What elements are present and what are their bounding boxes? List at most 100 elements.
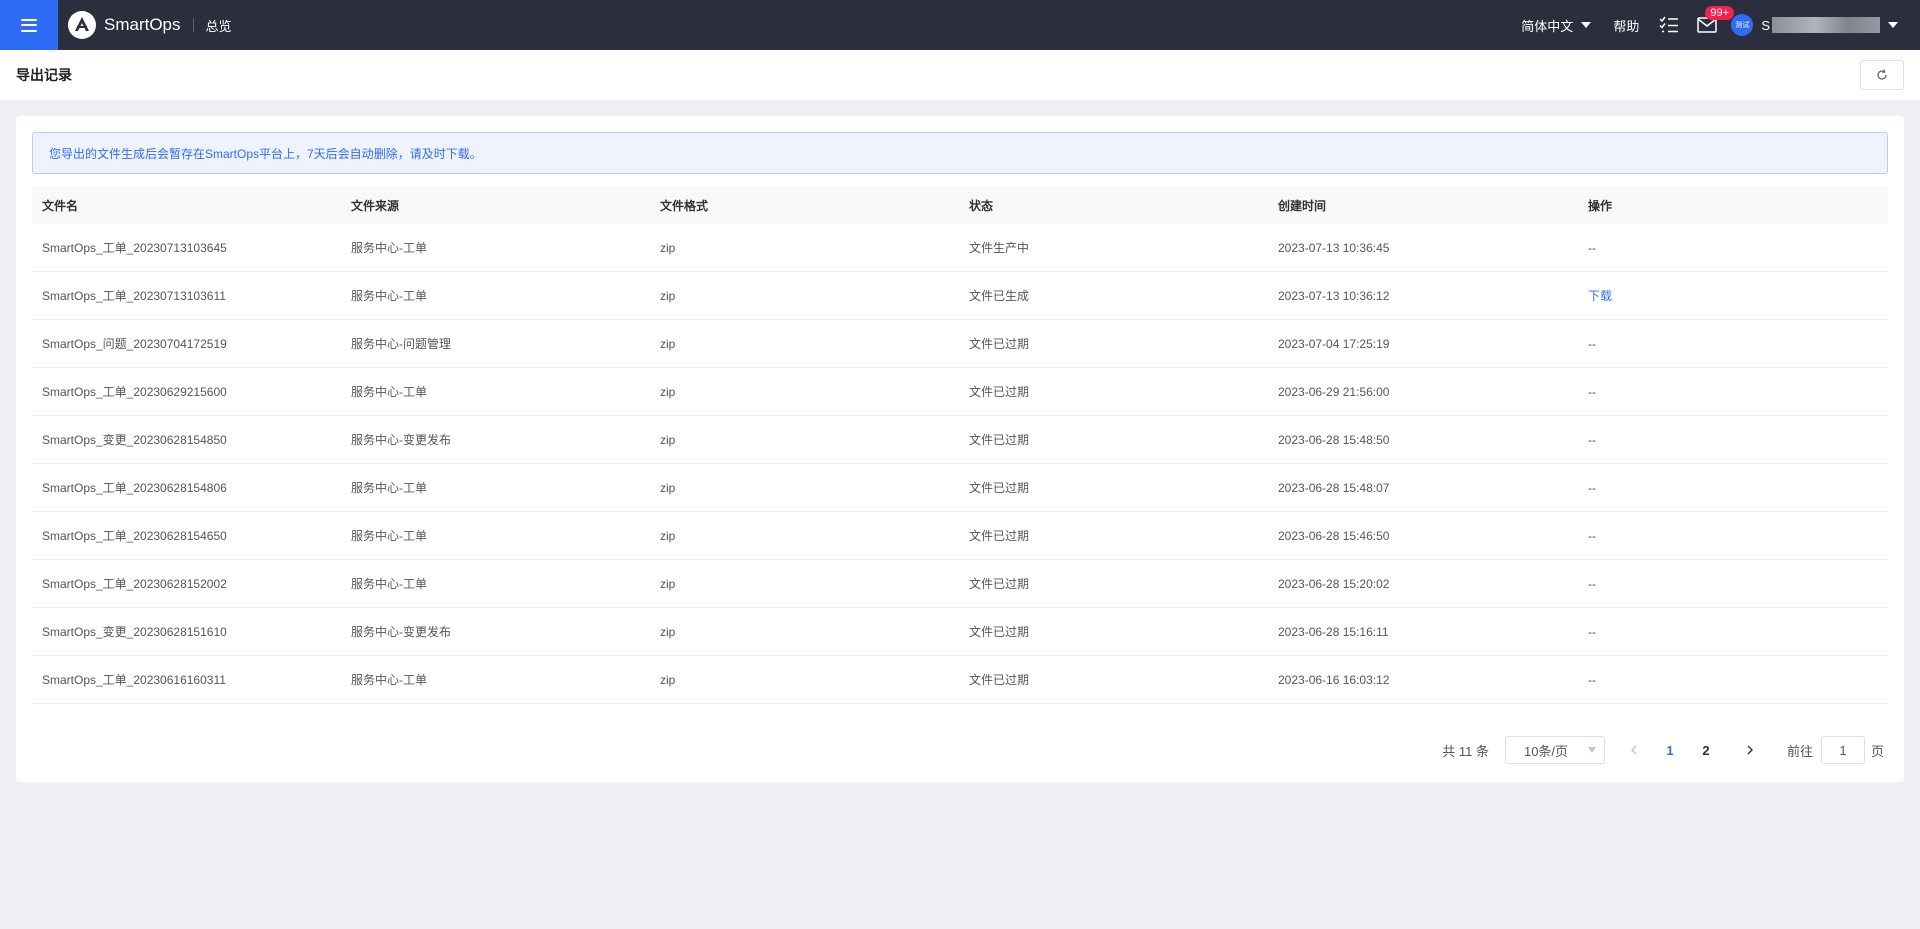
table-row: SmartOps_工单_20230616160311 服务中心-工单 zip 文件已过… [32,656,1888,704]
cell-file-source: 服务中心-工单 [351,529,427,543]
cell-file-format: zip [660,336,676,351]
language-selector[interactable]: 简体中文 [1521,16,1592,35]
page-size-value: 10条/页 [1523,743,1569,759]
table-row: SmartOps_工单_20230628154806 服务中心-工单 zip 文件已过… [32,464,1888,512]
cell-file-format: zip [660,576,676,591]
cell-status: 文件已过期 [969,577,1030,591]
cell-file-format: zip [660,480,676,495]
cell-file-format: zip [660,240,676,255]
cell-created-time: 2023-07-04 17:25:19 [1278,336,1390,351]
page-number-1[interactable]: 1 [1655,736,1685,764]
table-row: SmartOps_工单_20230713103645 服务中心-工单 zip 文件生产… [32,224,1888,272]
cell-status: 文件已过期 [969,337,1030,351]
header-file-format: 文件格式 [660,198,709,213]
cell-file-source: 服务中心-工单 [351,481,427,495]
caret-down-icon [1581,22,1592,28]
cell-operation: -- [1588,336,1596,351]
cell-file-format: zip [660,624,676,639]
cell-operation: -- [1588,240,1596,255]
notice-banner: 您导出的文件生成后会暂存在SmartOps平台上，7天后会自动删除，请及时下载。 [32,132,1888,174]
export-records-card: 您导出的文件生成后会暂存在SmartOps平台上，7天后会自动删除，请及时下载。… [16,116,1904,782]
cell-operation: -- [1588,528,1596,543]
cell-file-name: SmartOps_工单_20230713103645 [42,241,227,255]
cell-status: 文件已过期 [969,385,1030,399]
cell-operation: -- [1588,624,1596,639]
cell-file-source: 服务中心-工单 [351,289,427,303]
page-title: 导出记录 [16,67,72,83]
goto-page-input[interactable] [1820,736,1865,764]
table-header: 文件名 文件来源 文件格式 状态 创建时间 操作 [32,186,1888,224]
chevron-right-icon [1747,745,1753,755]
cell-file-name: SmartOps_变更_20230628151610 [42,625,227,639]
avatar[interactable]: 测试 [1731,14,1754,36]
table-row: SmartOps_工单_20230713103611 服务中心-工单 zip 文件已生… [32,272,1888,320]
cell-operation: -- [1588,432,1596,447]
help-link[interactable]: 帮助 [1613,16,1639,35]
cell-created-time: 2023-06-28 15:48:07 [1278,480,1390,495]
cell-status: 文件已过期 [969,481,1030,495]
table-row: SmartOps_变更_20230628154850 服务中心-变更发布 zip 文件… [32,416,1888,464]
cell-created-time: 2023-06-28 15:16:11 [1278,624,1389,639]
cell-operation: -- [1588,480,1596,495]
cell-file-source: 服务中心-工单 [351,577,427,591]
mail-badge: 99+ [1705,6,1734,20]
cell-file-source: 服务中心-工单 [351,241,427,255]
next-page-button[interactable] [1735,736,1765,764]
cell-file-format: zip [660,288,676,303]
user-menu[interactable]: S [1761,17,1898,33]
language-label: 简体中文 [1521,18,1574,34]
cell-created-time: 2023-06-28 15:48:50 [1278,432,1390,447]
cell-file-name: SmartOps_工单_20230628152002 [42,577,227,591]
nav-overview-link[interactable]: 总览 [206,16,232,35]
cell-status: 文件已过期 [969,529,1030,543]
table-body: SmartOps_工单_20230713103645 服务中心-工单 zip 文件生产… [32,224,1888,704]
mail-button[interactable]: 99+ [1697,6,1734,33]
menu-button[interactable] [0,0,58,50]
chevron-left-icon [1630,745,1637,755]
menu-icon [21,18,37,32]
user-name-redaction [1772,17,1880,33]
cell-file-name: SmartOps_工单_20230628154806 [42,481,227,495]
table-row: SmartOps_工单_20230629215600 服务中心-工单 zip 文件已过… [32,368,1888,416]
header-operation: 操作 [1588,198,1613,213]
caret-down-icon [1888,22,1898,28]
cell-file-source: 服务中心-工单 [351,673,427,687]
export-table: 文件名 文件来源 文件格式 状态 创建时间 操作 SmartOps_工单_202… [32,186,1888,704]
cell-created-time: 2023-06-29 21:56:00 [1278,384,1390,399]
cell-file-source: 服务中心-问题管理 [351,337,451,351]
header-file-name: 文件名 [42,198,79,213]
cell-file-name: SmartOps_问题_20230704172519 [42,337,227,351]
cell-created-time: 2023-07-13 10:36:45 [1278,240,1390,255]
cell-file-format: zip [660,672,676,687]
cell-operation: -- [1588,576,1596,591]
cell-file-source: 服务中心-变更发布 [351,625,451,639]
topbar-right: 简体中文 帮助 99+ 测试 S [1521,0,1920,50]
total-count: 共 11 条 [1442,743,1489,759]
nav-divider [192,18,194,32]
page-size-select[interactable]: 10条/页 [1504,736,1605,764]
brand[interactable]: SmartOps [68,11,181,39]
cell-file-format: zip [660,528,676,543]
prev-page-button[interactable] [1619,736,1649,764]
cell-file-format: zip [660,432,676,447]
todo-list-icon[interactable] [1659,16,1679,34]
cell-operation: -- [1588,384,1596,399]
pagination: 共 11 条 10条/页 1 2 前往 页 [1442,736,1884,764]
cell-status: 文件已生成 [969,289,1030,303]
cell-file-name: SmartOps_工单_20230629215600 [42,385,227,399]
refresh-button[interactable] [1860,60,1904,90]
page-number-2[interactable]: 2 [1691,736,1721,764]
cell-file-source: 服务中心-工单 [351,385,427,399]
cell-status: 文件已过期 [969,673,1030,687]
cell-file-name: SmartOps_工单_20230616160311 [42,673,226,687]
smartops-logo-icon [68,11,96,39]
cell-file-name: SmartOps_工单_20230628154650 [42,529,227,543]
download-link[interactable]: 下载 [1588,289,1612,303]
goto-label: 前往 [1786,743,1813,759]
cell-created-time: 2023-06-28 15:20:02 [1278,576,1390,591]
user-name: S [1761,17,1770,33]
header-status: 状态 [969,198,994,213]
cell-file-source: 服务中心-变更发布 [351,433,451,447]
cell-status: 文件已过期 [969,625,1030,639]
top-navigation-bar: SmartOps 总览 简体中文 帮助 99+ 测试 S [0,0,1920,50]
